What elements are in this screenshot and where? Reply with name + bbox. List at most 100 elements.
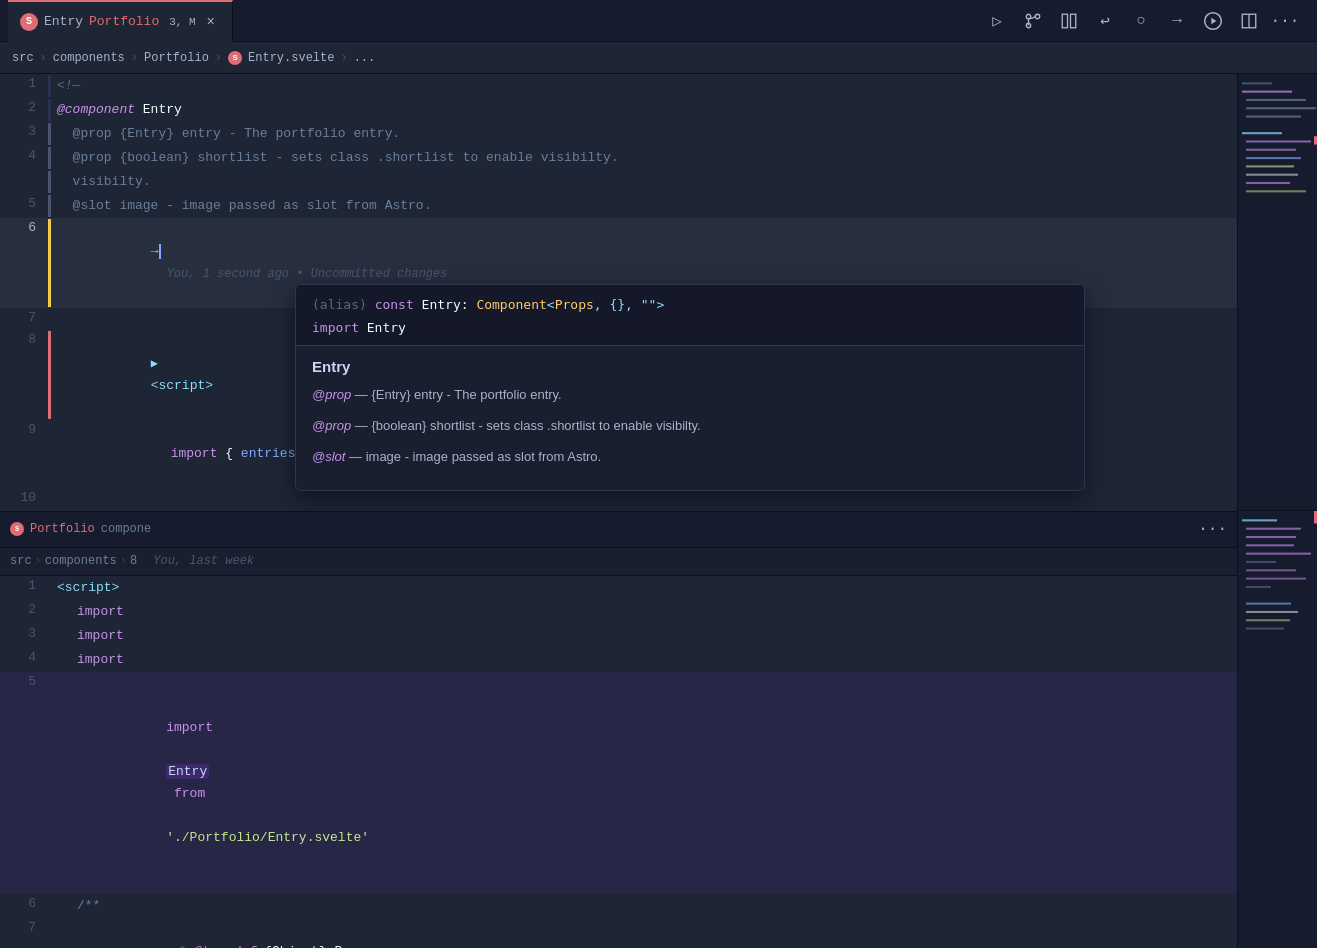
line-content-2: @component Entry <box>53 99 1237 121</box>
tab-entry[interactable]: S Entry Portfolio 3, M × <box>8 0 233 42</box>
bottom-line-content-7: * @typedef {Object} Props <box>53 919 1237 949</box>
svg-rect-19 <box>1246 174 1298 176</box>
svg-rect-21 <box>1246 190 1306 192</box>
line-content-10: import <box>53 489 1237 511</box>
top-panel: 1 <!— 2 @component Entry 3 @prop {Entry}… <box>0 74 1237 511</box>
svg-rect-34 <box>1246 619 1290 621</box>
back-icon[interactable]: ↩ <box>1089 5 1121 37</box>
popup-slot1: @slot — image - image passed as slot fro… <box>312 447 1068 468</box>
tab-file-icon: S <box>20 13 38 31</box>
svg-rect-35 <box>1246 628 1284 630</box>
bottom-panel-file-icon: S <box>10 522 24 536</box>
play-circle-icon[interactable] <box>1197 5 1229 37</box>
svg-rect-20 <box>1246 182 1290 184</box>
bottom-line-num-1: 1 <box>0 577 48 593</box>
layout-icon[interactable] <box>1233 5 1265 37</box>
breadcrumb-ellipsis[interactable]: ... <box>354 51 376 65</box>
git-indicator-6 <box>48 219 51 307</box>
more-icon[interactable]: ··· <box>1269 5 1301 37</box>
bottom-line-num-3: 3 <box>0 625 48 641</box>
svg-rect-27 <box>1246 553 1311 555</box>
line-content-3: @prop {Entry} entry - The portfolio entr… <box>53 123 1237 145</box>
indent-guide-5 <box>48 195 51 217</box>
bottom-panel: S Portfolio compone ··· src › components… <box>0 511 1237 949</box>
bottom-code-content[interactable]: 1 <script> 2 import 3 import <box>0 576 1237 949</box>
line-5: 5 @slot image - image passed as slot fro… <box>0 194 1237 218</box>
blame-text-6: You, 1 second ago • Uncommitted changes <box>151 267 448 281</box>
bottom-line-4: 4 import <box>0 648 1237 672</box>
editor-area: 1 <!— 2 @component Entry 3 @prop {Entry}… <box>0 74 1317 948</box>
breadcrumb-sep4: › <box>340 51 347 65</box>
svg-point-1 <box>1035 14 1040 19</box>
circle-icon[interactable]: ○ <box>1125 5 1157 37</box>
line-10: 10 import <box>0 488 1237 511</box>
breadcrumb-components[interactable]: components <box>53 51 125 65</box>
svg-rect-4 <box>1071 14 1076 28</box>
split-icon[interactable] <box>1053 5 1085 37</box>
bottom-line-num-4: 4 <box>0 649 48 665</box>
line-num-4b <box>0 171 48 172</box>
line-num-6: 6 <box>0 219 48 235</box>
run-icon[interactable]: ▷ <box>981 5 1013 37</box>
bottom-panel-breadcrumb: src › components › 8 You, last week <box>0 548 1237 576</box>
svg-rect-28 <box>1246 561 1276 563</box>
breadcrumb-file[interactable]: Entry.svelte <box>248 51 334 65</box>
bottom-line-num-5: 5 <box>0 673 48 689</box>
bottom-blame: You, last week <box>153 554 254 568</box>
indent-guide-4b <box>48 171 51 193</box>
tab-close-button[interactable]: × <box>202 13 220 31</box>
bottom-ig-5 <box>48 673 51 893</box>
bottom-breadcrumb-src: src <box>10 554 32 568</box>
branch-icon[interactable] <box>1017 5 1049 37</box>
svg-rect-16 <box>1246 149 1296 151</box>
bottom-breadcrumb-num: 8 <box>130 554 137 568</box>
line-num-9: 9 <box>0 421 48 437</box>
breadcrumb-sep2: › <box>131 51 138 65</box>
arrow-icon[interactable]: → <box>1161 5 1193 37</box>
bottom-line-content-6: /** <box>53 895 1237 917</box>
line-3: 3 @prop {Entry} entry - The portfolio en… <box>0 122 1237 146</box>
bottom-breadcrumb-components: components <box>45 554 117 568</box>
bottom-panel-title: Portfolio <box>30 522 95 536</box>
svg-rect-29 <box>1246 569 1296 571</box>
minimap-top <box>1238 74 1317 511</box>
indent-guide-7 <box>48 309 51 329</box>
svg-rect-11 <box>1246 99 1306 101</box>
svg-rect-31 <box>1246 586 1271 588</box>
svg-rect-9 <box>1242 82 1272 84</box>
bottom-line-content-1: <script> <box>53 577 1237 599</box>
bottom-line-num-6: 6 <box>0 895 48 911</box>
svg-rect-33 <box>1246 611 1298 613</box>
bottom-line-content-5: import Entry from './Portfolio/Entry.sve… <box>53 673 1237 893</box>
indent-guide-1 <box>48 75 51 97</box>
indent-guide-8 <box>48 331 51 419</box>
bottom-ig-2 <box>48 601 51 623</box>
svg-rect-3 <box>1062 14 1067 28</box>
svg-rect-12 <box>1246 107 1316 109</box>
minimap-top-svg <box>1238 74 1317 510</box>
bottom-ig-7 <box>48 919 51 949</box>
breadcrumb-bar: src › components › Portfolio › S Entry.s… <box>0 42 1317 74</box>
svg-rect-32 <box>1246 603 1291 605</box>
breadcrumb-src[interactable]: src <box>12 51 34 65</box>
indent-guide-4 <box>48 147 51 169</box>
tab-badge: 3, M <box>169 16 195 28</box>
indent-guide-10 <box>48 489 51 511</box>
tab-bar: S Entry Portfolio 3, M × ▷ ↩ ○ → <box>0 0 1317 42</box>
svg-rect-23 <box>1242 519 1277 521</box>
line-num-3: 3 <box>0 123 48 139</box>
svg-rect-25 <box>1246 536 1296 538</box>
minimap <box>1237 74 1317 948</box>
breadcrumb-portfolio[interactable]: Portfolio <box>144 51 209 65</box>
top-code-content[interactable]: 1 <!— 2 @component Entry 3 @prop {Entry}… <box>0 74 1237 511</box>
bottom-bc-sep2: › <box>120 554 127 568</box>
bottom-bc-sep1: › <box>35 554 42 568</box>
bottom-line-2: 2 import <box>0 600 1237 624</box>
bottom-line-content-4: import <box>53 649 1237 671</box>
bottom-line-num-7: 7 <box>0 919 48 935</box>
hover-popup-body: Entry @prop — {Entry} entry - The portfo… <box>296 346 1084 489</box>
minimap-bottom-svg <box>1238 511 1317 948</box>
indent-guide-3 <box>48 123 51 145</box>
breadcrumb-sep3: › <box>215 51 222 65</box>
bottom-panel-more[interactable]: ··· <box>1198 520 1227 538</box>
